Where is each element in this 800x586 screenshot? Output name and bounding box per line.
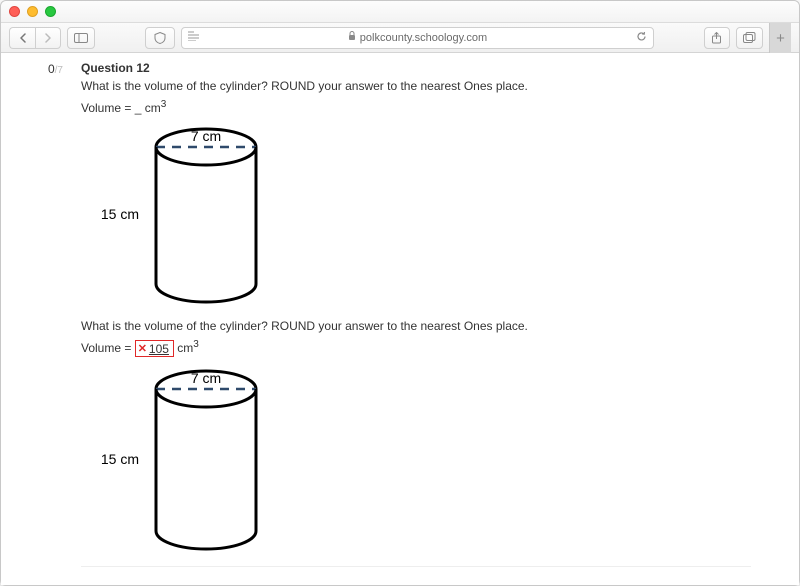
content-area: 0/7 Question 12 What is the volume of th… bbox=[1, 53, 799, 585]
plus-icon: + bbox=[776, 30, 785, 47]
cylinder-figure-2: 7 cm 15 cm bbox=[81, 361, 751, 556]
divider bbox=[81, 566, 751, 567]
question-container: 0/7 Question 12 What is the volume of th… bbox=[31, 53, 769, 579]
share-button[interactable] bbox=[704, 27, 730, 49]
url-text: polkcounty.schoology.com bbox=[360, 32, 487, 44]
cubed-exponent: 3 bbox=[161, 99, 167, 110]
reload-icon[interactable] bbox=[636, 31, 647, 45]
height-label-2: 15 cm bbox=[101, 451, 139, 467]
score-display: 0/7 bbox=[41, 61, 63, 76]
toolbar: polkcounty.schoology.com + bbox=[1, 23, 799, 53]
volume-blank-line: Volume = _ cm3 bbox=[81, 99, 751, 115]
question-prompt: What is the volume of the cylinder? ROUN… bbox=[81, 79, 751, 93]
volume-answer-line: Volume = ✕ 105 cm3 bbox=[81, 339, 751, 357]
right-gutter bbox=[769, 53, 799, 585]
score-total: /7 bbox=[55, 65, 63, 76]
question-title: Question 12 bbox=[81, 61, 751, 75]
volume-blank-text: Volume = _ cm bbox=[81, 101, 161, 115]
traffic-lights bbox=[9, 6, 56, 17]
height-label: 15 cm bbox=[101, 206, 139, 222]
page-scroll[interactable]: 0/7 Question 12 What is the volume of th… bbox=[31, 53, 769, 585]
wrong-answer-box: ✕ 105 bbox=[135, 340, 174, 357]
lock-icon bbox=[348, 31, 356, 44]
diameter-label-2: 7 cm bbox=[191, 370, 221, 386]
question-body: Question 12 What is the volume of the cy… bbox=[81, 61, 751, 567]
forward-button[interactable] bbox=[35, 27, 61, 49]
cylinder-figure-1: 7 cm 15 cm bbox=[81, 119, 751, 309]
score-earned: 0 bbox=[48, 62, 55, 76]
new-tab-button[interactable]: + bbox=[769, 23, 791, 53]
volume-label: Volume = bbox=[81, 341, 135, 355]
titlebar bbox=[1, 1, 799, 23]
address-bar[interactable]: polkcounty.schoology.com bbox=[181, 27, 655, 49]
unit-text: cm bbox=[177, 341, 193, 355]
nav-buttons bbox=[9, 27, 61, 49]
zoom-icon[interactable] bbox=[45, 6, 56, 17]
cubed-exponent-2: 3 bbox=[193, 339, 199, 350]
question-prompt-2: What is the volume of the cylinder? ROUN… bbox=[81, 319, 751, 333]
left-gutter bbox=[1, 53, 31, 585]
question-row: 0/7 Question 12 What is the volume of th… bbox=[41, 61, 751, 567]
wrong-x-icon: ✕ bbox=[138, 342, 147, 355]
close-icon[interactable] bbox=[9, 6, 20, 17]
diameter-label: 7 cm bbox=[191, 128, 221, 144]
sidebar-button[interactable] bbox=[67, 27, 95, 49]
back-button[interactable] bbox=[9, 27, 35, 49]
safari-window: polkcounty.schoology.com + 0/7 bbox=[0, 0, 800, 586]
privacy-report-button[interactable] bbox=[145, 27, 175, 49]
reader-icon[interactable] bbox=[188, 31, 199, 44]
tabs-button[interactable] bbox=[736, 27, 763, 49]
minimize-icon[interactable] bbox=[27, 6, 38, 17]
wrong-answer-value: 105 bbox=[149, 342, 169, 356]
